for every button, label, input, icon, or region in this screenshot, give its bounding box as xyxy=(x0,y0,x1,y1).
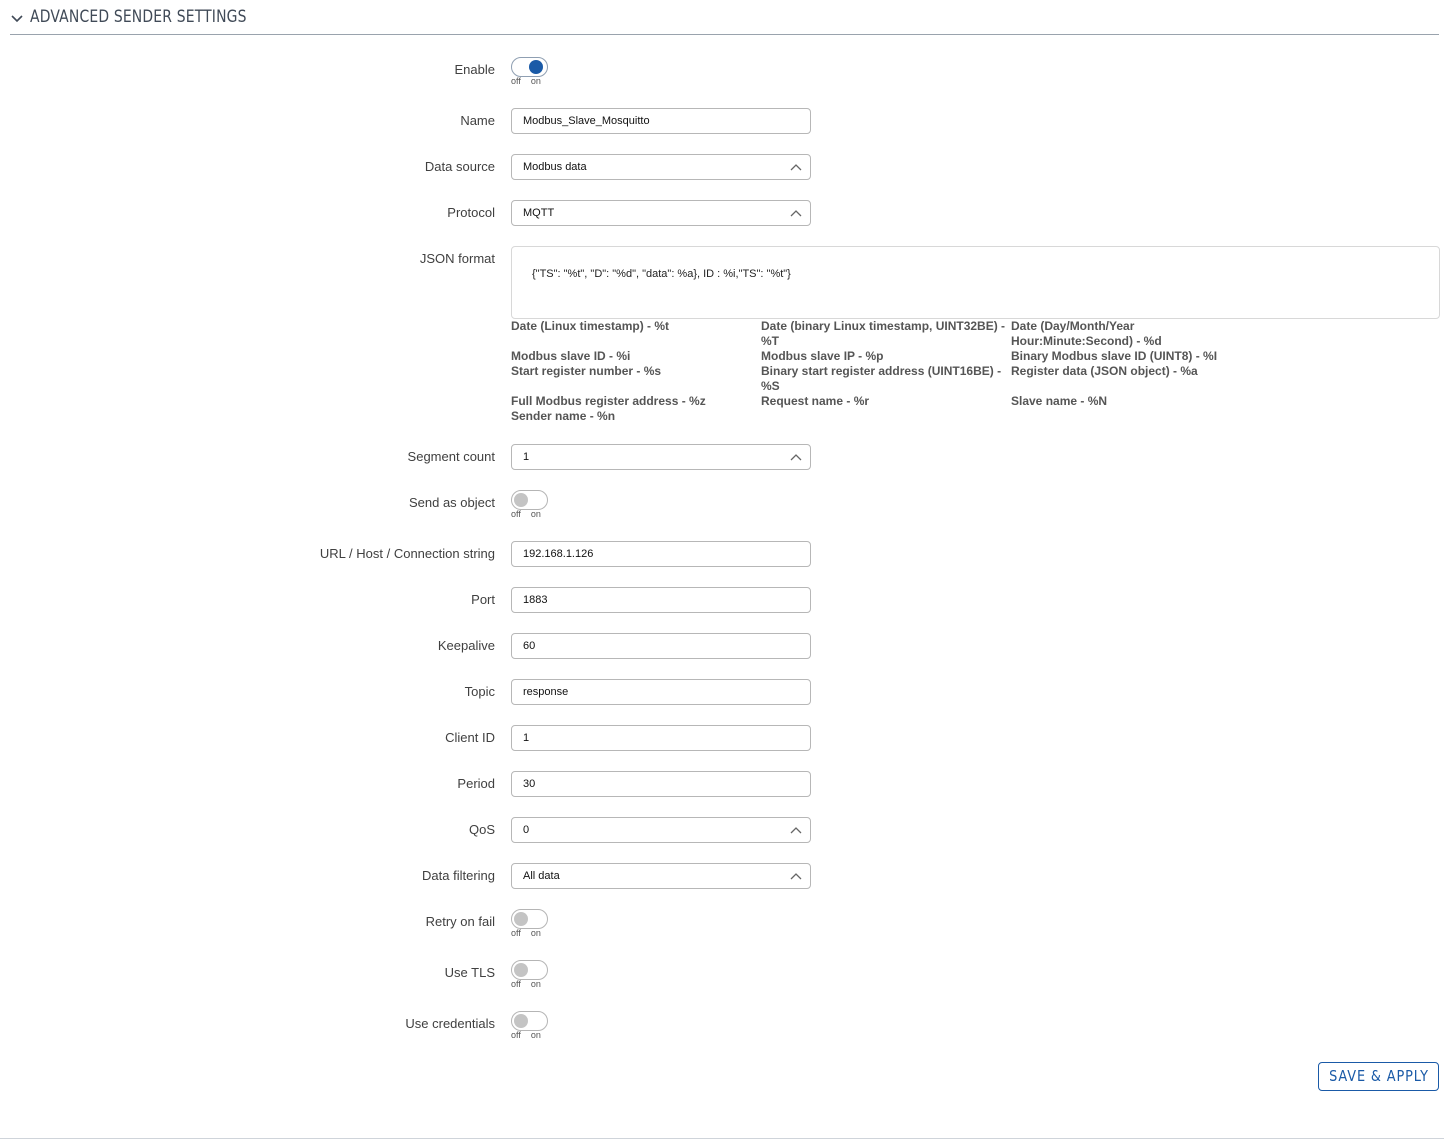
name-value: Modbus_Slave_Mosquitto xyxy=(523,115,650,127)
topic-input[interactable]: response xyxy=(511,679,811,705)
json-hint: Start register number - %s xyxy=(511,364,662,378)
json-hint: Full Modbus register address - %z xyxy=(511,394,706,408)
protocol-value: MQTT xyxy=(523,207,555,219)
on-label: on xyxy=(530,1030,541,1040)
chevron-down-icon[interactable] xyxy=(10,12,24,26)
use-tls-label: Use TLS xyxy=(444,965,495,980)
toggle-knob xyxy=(514,493,528,507)
toggle-knob xyxy=(514,963,528,977)
keepalive-label: Keepalive xyxy=(437,638,495,653)
chevron-up-icon xyxy=(790,454,802,461)
section-header[interactable]: ADVANCED SENDER SETTINGS xyxy=(10,4,1439,35)
save-apply-button[interactable]: SAVE & APPLY xyxy=(1318,1062,1439,1091)
on-label: on xyxy=(530,979,541,989)
toggle-state-labels: off on xyxy=(511,509,541,519)
bottom-divider xyxy=(0,1138,1444,1139)
protocol-select[interactable]: MQTT xyxy=(511,200,811,226)
json-format-textarea[interactable]: {"TS": "%t", "D": "%d", "data": %a}, ID … xyxy=(511,246,1440,319)
qos-label: QoS xyxy=(468,822,495,837)
toggle-state-labels: off on xyxy=(511,76,541,86)
data-source-select[interactable]: Modbus data xyxy=(511,154,811,180)
data-filtering-select[interactable]: All data xyxy=(511,863,811,889)
data-filtering-value: All data xyxy=(523,870,560,882)
json-format-value: {"TS": "%t", "D": "%d", "data": %a}, ID … xyxy=(532,268,791,280)
json-hint: Register data (JSON object) - %a xyxy=(1011,364,1198,378)
toggle-knob xyxy=(514,1014,528,1028)
json-hint: Binary Modbus slave ID (UINT8) - %I xyxy=(1011,349,1218,363)
qos-select[interactable]: 0 xyxy=(511,817,811,843)
port-label: Port xyxy=(471,592,495,607)
off-label: off xyxy=(511,509,521,519)
json-format-label: JSON format xyxy=(419,251,495,266)
json-hint: Modbus slave ID - %i xyxy=(511,349,631,363)
json-hint: Request name - %r xyxy=(761,394,870,408)
json-hint: Modbus slave IP - %p xyxy=(761,349,884,363)
use-credentials-toggle[interactable] xyxy=(511,1011,548,1031)
keepalive-input[interactable]: 60 xyxy=(511,633,811,659)
period-label: Period xyxy=(457,776,495,791)
use-credentials-label: Use credentials xyxy=(405,1016,495,1031)
json-hint: Slave name - %N xyxy=(1011,394,1108,408)
protocol-label: Protocol xyxy=(447,205,495,220)
chevron-up-icon xyxy=(790,164,802,171)
retry-on-fail-toggle[interactable] xyxy=(511,909,548,929)
url-value: 192.168.1.126 xyxy=(523,548,594,560)
period-input[interactable]: 30 xyxy=(511,771,811,797)
off-label: off xyxy=(511,979,521,989)
segment-count-select[interactable]: 1 xyxy=(511,444,811,470)
topic-value: response xyxy=(523,686,569,698)
keepalive-value: 60 xyxy=(523,640,536,652)
section-title: ADVANCED SENDER SETTINGS xyxy=(30,7,247,27)
chevron-up-icon xyxy=(790,210,802,217)
off-label: off xyxy=(511,1030,521,1040)
data-source-label: Data source xyxy=(424,159,495,174)
client-id-value: 1 xyxy=(523,732,530,744)
on-label: on xyxy=(530,76,541,86)
topic-label: Topic xyxy=(464,684,495,699)
chevron-up-icon xyxy=(790,873,802,880)
name-label: Name xyxy=(460,113,495,128)
segment-count-label: Segment count xyxy=(407,449,495,464)
segment-count-value: 1 xyxy=(523,451,530,463)
send-as-object-label: Send as object xyxy=(408,495,495,510)
port-value: 1883 xyxy=(523,594,548,606)
toggle-state-labels: off on xyxy=(511,979,541,989)
on-label: on xyxy=(530,509,541,519)
json-hint: Date (Linux timestamp) - %t xyxy=(511,319,670,333)
data-source-value: Modbus data xyxy=(523,161,587,173)
json-hint: Binary start register address (UINT16BE)… xyxy=(761,364,1002,393)
toggle-knob xyxy=(529,60,543,74)
qos-value: 0 xyxy=(523,824,530,836)
on-label: on xyxy=(530,928,541,938)
client-id-input[interactable]: 1 xyxy=(511,725,811,751)
toggle-knob xyxy=(514,912,528,926)
off-label: off xyxy=(511,76,521,86)
url-label: URL / Host / Connection string xyxy=(319,546,495,561)
toggle-state-labels: off on xyxy=(511,1030,541,1040)
name-input[interactable]: Modbus_Slave_Mosquitto xyxy=(511,108,811,134)
enable-label: Enable xyxy=(454,62,495,77)
period-value: 30 xyxy=(523,778,536,790)
enable-toggle[interactable] xyxy=(511,57,548,77)
chevron-up-icon xyxy=(790,827,802,834)
use-tls-toggle[interactable] xyxy=(511,960,548,980)
json-hint: Date (Day/Month/Year Hour:Minute:Second)… xyxy=(1011,319,1162,348)
retry-on-fail-label: Retry on fail xyxy=(425,914,495,929)
json-hint: Sender name - %n xyxy=(511,409,616,423)
data-filtering-label: Data filtering xyxy=(422,868,495,883)
save-apply-label: SAVE & APPLY xyxy=(1328,1067,1429,1085)
send-as-object-toggle[interactable] xyxy=(511,490,548,510)
url-input[interactable]: 192.168.1.126 xyxy=(511,541,811,567)
client-id-label: Client ID xyxy=(445,730,495,745)
json-hint: Date (binary Linux timestamp, UINT32BE) … xyxy=(761,319,1006,348)
port-input[interactable]: 1883 xyxy=(511,587,811,613)
toggle-state-labels: off on xyxy=(511,928,541,938)
off-label: off xyxy=(511,928,521,938)
